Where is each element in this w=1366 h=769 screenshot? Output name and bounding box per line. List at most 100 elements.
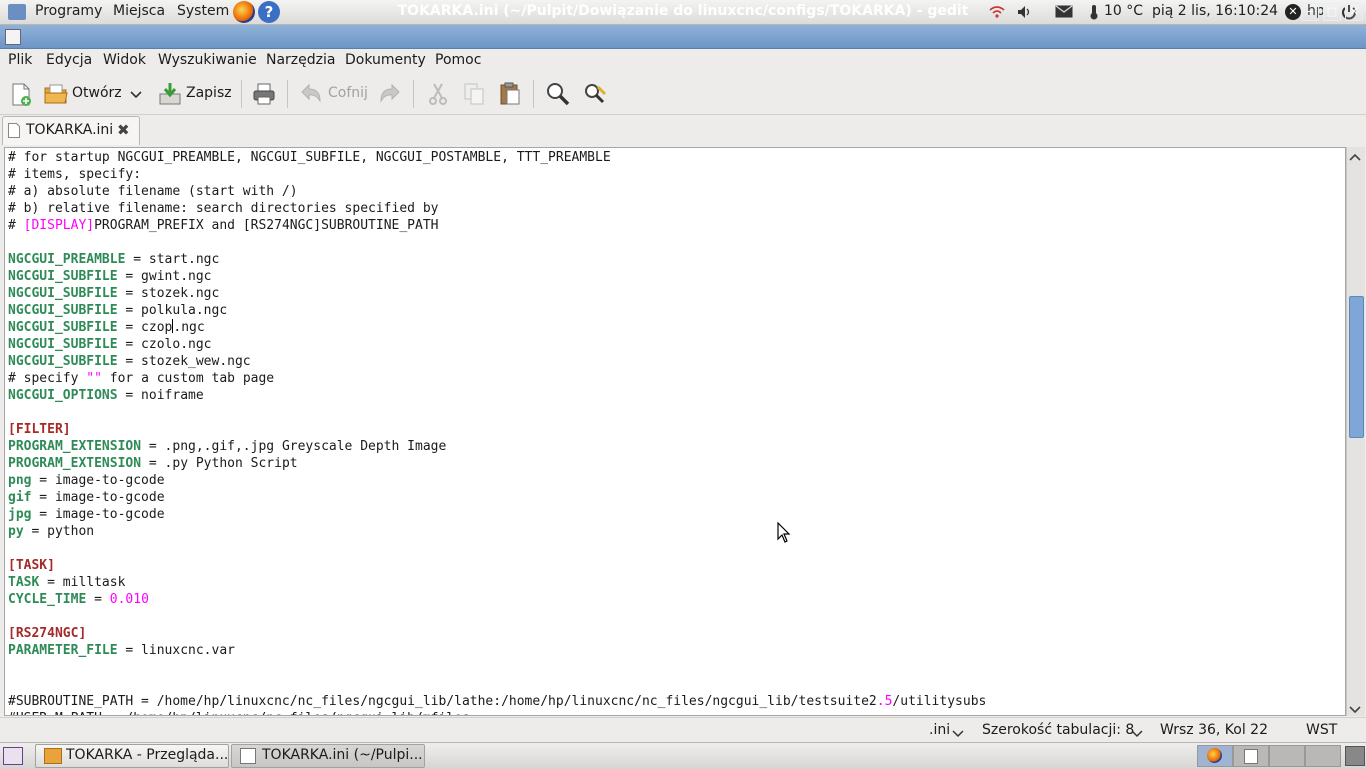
close-window-button[interactable]: ✕ <box>1345 3 1363 21</box>
paste-icon[interactable] <box>497 81 523 107</box>
open-button-label[interactable]: Otwórz <box>72 85 122 101</box>
recent-files-dropdown-icon[interactable] <box>130 88 142 99</box>
code-text: = stozek_wew.ngc <box>117 354 251 369</box>
ini-section: [TASK] <box>8 558 55 573</box>
ini-key: PROGRAM_EXTENSION <box>8 456 142 471</box>
workspace-3[interactable] <box>1269 745 1305 767</box>
code-line: NGCGUI_OPTIONS = noiframe <box>8 387 986 404</box>
copy-icon[interactable] <box>461 81 487 107</box>
code-text: = image-to-gcode <box>31 490 165 505</box>
code-line: gif = image-to-gcode <box>8 489 986 506</box>
ini-key: gif <box>8 490 32 505</box>
code-line: # a) absolute filename (start with /) <box>8 183 986 200</box>
menu-plik[interactable]: Plik <box>8 52 32 68</box>
code-text: = gwint.ngc <box>117 269 212 284</box>
taskbar-item-gedit[interactable]: TOKARKA.ini (~/Pulpi... <box>231 744 425 768</box>
code-text: # a) absolute filename (start with /) <box>8 184 298 199</box>
redo-icon[interactable] <box>377 81 403 107</box>
ini-key: NGCGUI_PREAMBLE <box>8 252 126 267</box>
ini-key: CYCLE_TIME <box>8 592 87 607</box>
search-icon[interactable] <box>545 81 571 107</box>
toolbar-separator <box>241 80 242 108</box>
print-button[interactable] <box>251 81 277 107</box>
taskbar-item-file-browser[interactable]: TOKARKA - Przegląda... <box>35 744 229 768</box>
code-text: = start.ngc <box>125 252 220 267</box>
window-title-bar[interactable] <box>0 25 1366 49</box>
language-selector[interactable]: .ini <box>929 722 950 738</box>
trash-icon[interactable] <box>1345 746 1365 766</box>
tab-width-selector[interactable]: Szerokość tabulacji: 8 <box>982 722 1134 738</box>
tab-width-dropdown-icon[interactable] <box>1131 726 1143 738</box>
cut-icon[interactable] <box>425 81 451 107</box>
ini-section: [FILTER] <box>8 422 71 437</box>
code-line: py = python <box>8 523 986 540</box>
code-text: = noiframe <box>117 388 204 403</box>
code-line: [TASK] <box>8 557 986 574</box>
code-text: = czop <box>117 320 173 335</box>
code-text: = milltask <box>39 575 126 590</box>
code-text: for a custom tab page <box>101 371 275 386</box>
save-button[interactable] <box>157 81 183 107</box>
workspace-1[interactable] <box>1197 745 1233 767</box>
tab-label[interactable]: TOKARKA.ini <box>26 122 113 138</box>
language-dropdown-icon[interactable] <box>952 726 964 738</box>
code-text: # b) relative filename: search directori… <box>8 201 439 216</box>
ini-key: TASK <box>8 575 40 590</box>
menu-wyszukiwanie[interactable]: Wyszukiwanie <box>158 52 257 68</box>
code-text: = <box>86 592 110 607</box>
code-line: [RS274NGC] <box>8 625 986 642</box>
gedit-icon <box>240 748 256 764</box>
window-title: TOKARKA.ini (~/Pulpit/Dowiązanie do linu… <box>397 3 969 19</box>
close-tab-icon[interactable]: ✖ <box>117 123 131 138</box>
ini-literal: 0.010 <box>109 592 149 607</box>
ini-key: NGCGUI_OPTIONS <box>8 388 118 403</box>
code-line: #SUBROUTINE_PATH = /home/hp/linuxcnc/nc_… <box>8 693 986 710</box>
workspace-2[interactable] <box>1233 745 1269 767</box>
maximize-button[interactable]: □ <box>1323 3 1341 21</box>
code-text: #USER_M_PATH = /home/hp/linuxcnc/nc_file… <box>8 711 470 715</box>
cursor-position: Wrsz 36, Kol 22 <box>1160 722 1268 738</box>
ini-key: PARAMETER_FILE <box>8 643 118 658</box>
open-button[interactable] <box>43 81 69 107</box>
code-line: # items, specify: <box>8 166 986 183</box>
code-text: = .png,.gif,.jpg Greyscale Depth Image <box>141 439 447 454</box>
code-line: NGCGUI_PREAMBLE = start.ngc <box>8 251 986 268</box>
search-replace-icon[interactable] <box>582 81 608 107</box>
code-text: .ngc <box>173 320 205 335</box>
scroll-up-icon[interactable] <box>1349 150 1361 161</box>
code-text: PROGRAM_PREFIX and [RS274NGC]SUBROUTINE_… <box>94 218 439 233</box>
show-desktop-icon[interactable] <box>3 747 23 765</box>
text-editor[interactable]: # for startup NGCGUI_PREAMBLE, NGCGUI_SU… <box>4 147 1346 716</box>
workspace-4[interactable] <box>1305 745 1341 767</box>
menu-narzedzia[interactable]: Narzędzia <box>266 52 335 68</box>
firefox-icon <box>1207 748 1222 763</box>
menu-pomoc[interactable]: Pomoc <box>435 52 481 68</box>
undo-button-label[interactable]: Cofnij <box>328 85 368 101</box>
toolbar-separator <box>533 80 534 108</box>
undo-icon[interactable] <box>298 81 324 107</box>
ini-section: [RS274NGC] <box>8 626 87 641</box>
ini-key: NGCGUI_SUBFILE <box>8 337 118 352</box>
code-line: png = image-to-gcode <box>8 472 986 489</box>
menu-edycja[interactable]: Edycja <box>46 52 92 68</box>
new-document-button[interactable] <box>8 81 34 107</box>
code-line: NGCGUI_SUBFILE = stozek.ngc <box>8 285 986 302</box>
document-icon <box>8 123 20 138</box>
folder-icon <box>44 748 62 764</box>
toolbar-separator <box>413 80 414 108</box>
minimize-button[interactable]: − <box>1301 3 1319 21</box>
window-menu-icon[interactable] <box>5 29 21 45</box>
scroll-down-icon[interactable] <box>1349 703 1361 714</box>
scrollbar-thumb[interactable] <box>1349 296 1364 438</box>
menu-widok[interactable]: Widok <box>103 52 146 68</box>
code-text: = .py Python Script <box>141 456 298 471</box>
menu-dokumenty[interactable]: Dokumenty <box>345 52 426 68</box>
code-line: # for startup NGCGUI_PREAMBLE, NGCGUI_SU… <box>8 149 986 166</box>
code-line: # b) relative filename: search directori… <box>8 200 986 217</box>
code-line: TASK = milltask <box>8 574 986 591</box>
code-line: CYCLE_TIME = 0.010 <box>8 591 986 608</box>
code-line: NGCGUI_SUBFILE = stozek_wew.ngc <box>8 353 986 370</box>
save-button-label[interactable]: Zapisz <box>186 85 232 101</box>
